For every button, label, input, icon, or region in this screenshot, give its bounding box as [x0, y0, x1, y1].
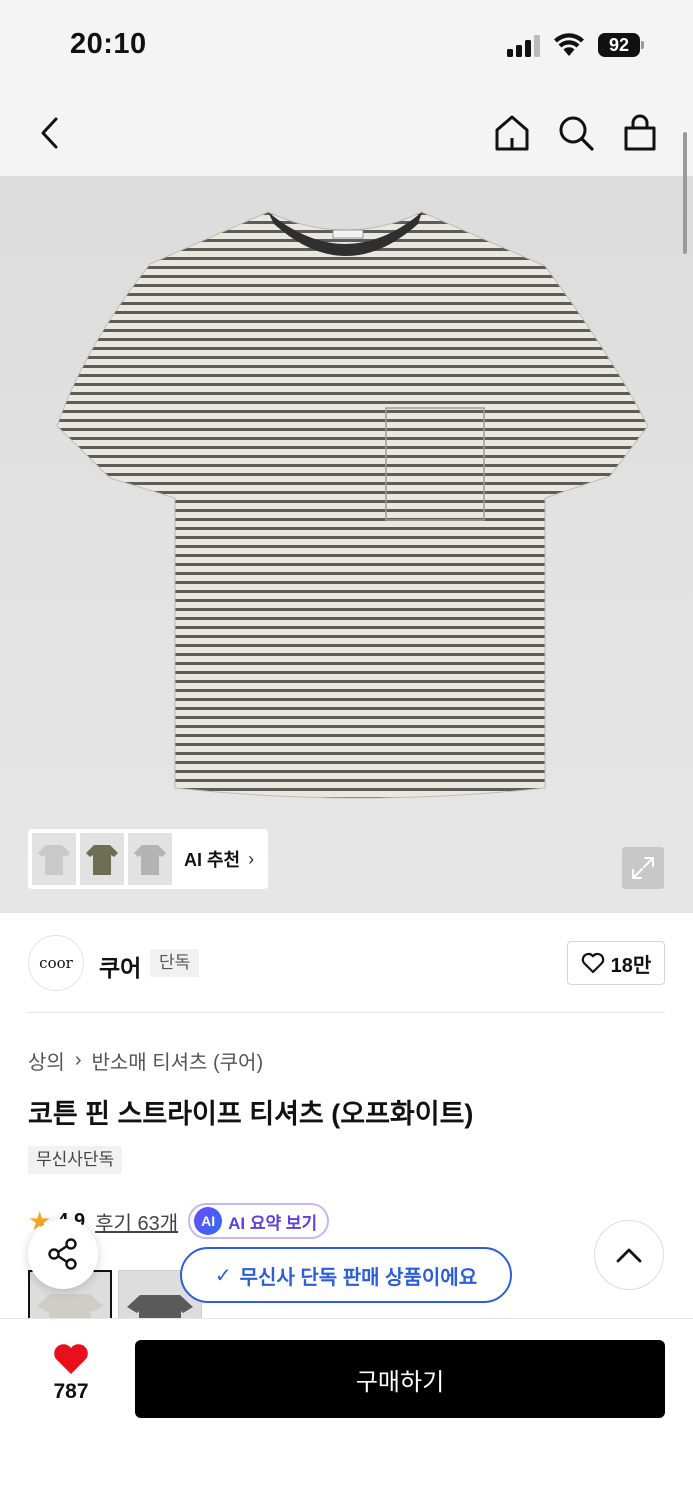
top-nav-bar — [0, 90, 693, 176]
back-button[interactable] — [27, 110, 73, 156]
ai-thumb-gray[interactable] — [32, 833, 76, 885]
ai-recommend-label: AI 추천 — [184, 850, 241, 870]
review-count-link[interactable]: 후기 63개 — [95, 1207, 178, 1236]
expand-icon — [632, 857, 654, 879]
breadcrumb-category[interactable]: 상의 — [28, 1046, 65, 1075]
wishlist-count: 787 — [53, 1380, 89, 1403]
shopping-bag-icon — [624, 114, 656, 151]
divider — [28, 1012, 665, 1013]
cart-button[interactable] — [617, 110, 663, 156]
brand-name[interactable]: 쿠어 — [99, 949, 141, 983]
chevron-right-icon: › — [248, 848, 255, 869]
cellular-signal-icon — [507, 35, 540, 57]
brand-exclusive-tag: 단독 — [150, 949, 200, 977]
share-icon — [48, 1238, 77, 1270]
battery-level: 92 — [598, 33, 640, 57]
ai-thumb-heather[interactable] — [128, 833, 172, 885]
ai-recommend-strip[interactable]: AI 추천 › — [28, 829, 268, 889]
ai-thumb-olive[interactable] — [80, 833, 124, 885]
status-time: 20:10 — [70, 28, 147, 60]
wifi-icon — [554, 33, 584, 56]
share-button[interactable] — [28, 1219, 98, 1289]
brand-like-button[interactable]: 18만 — [567, 941, 665, 985]
product-title: 코튼 핀 스트라이프 티셔츠 (오프화이트) — [28, 1099, 474, 1129]
breadcrumb-separator-icon: › — [74, 1049, 82, 1071]
chevron-left-icon — [41, 117, 58, 149]
ai-summary-button[interactable]: AI AI 요약 보기 — [188, 1203, 330, 1239]
scroll-indicator — [683, 132, 687, 254]
brand-like-count: 18만 — [610, 954, 652, 977]
exclusive-badge: 무신사단독 — [28, 1146, 123, 1174]
search-icon — [559, 116, 594, 151]
heart-outline-icon — [581, 952, 604, 974]
ai-badge-icon: AI — [194, 1207, 223, 1235]
toast-text: 무신사 단독 판매 상품이에요 — [239, 1266, 478, 1289]
breadcrumb-subcategory[interactable]: 반소매 티셔츠 (쿠어) — [91, 1046, 263, 1075]
status-bar: 20:10 92 — [0, 0, 693, 90]
tshirt-image — [56, 211, 649, 799]
breadcrumb: 상의 › 반소매 티셔츠 (쿠어) — [28, 1046, 263, 1075]
brand-logo[interactable]: coor — [28, 935, 84, 991]
expand-image-button[interactable] — [622, 847, 664, 889]
chevron-up-icon — [616, 1248, 642, 1263]
heart-filled-icon — [54, 1344, 88, 1374]
product-image[interactable] — [0, 176, 693, 913]
battery-indicator: 92 — [598, 33, 644, 57]
ai-summary-label: AI 요약 보기 — [228, 1213, 318, 1233]
home-button[interactable] — [489, 110, 535, 156]
buy-button[interactable]: 구매하기 — [135, 1340, 665, 1418]
home-icon — [495, 115, 529, 151]
scroll-to-top-button[interactable] — [594, 1220, 664, 1290]
search-button[interactable] — [553, 110, 599, 156]
wishlist-button[interactable]: 787 — [34, 1342, 108, 1412]
check-icon: ✓ — [214, 1264, 232, 1287]
exclusive-toast: ✓ 무신사 단독 판매 상품이에요 — [180, 1247, 512, 1303]
battery-tip — [641, 41, 644, 49]
